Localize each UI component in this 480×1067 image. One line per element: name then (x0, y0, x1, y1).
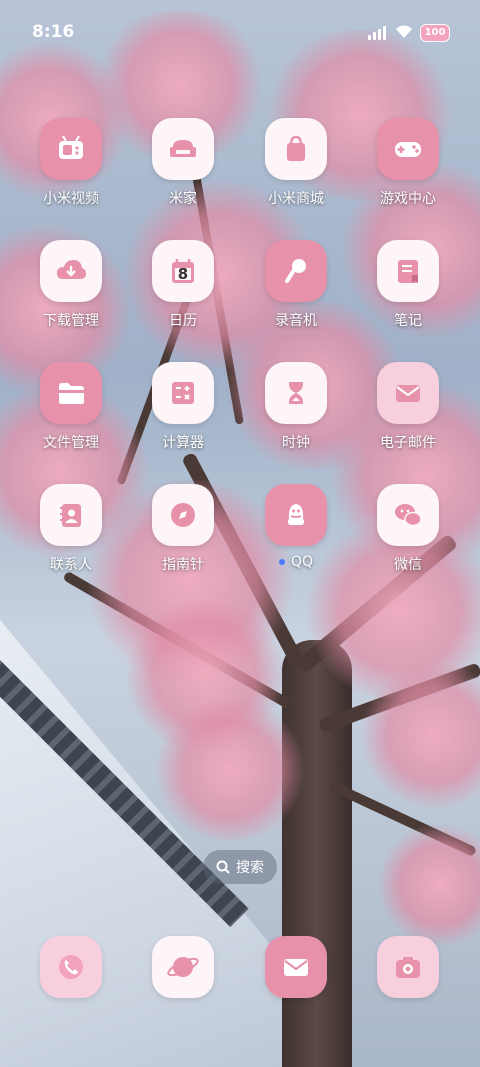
search-label: 搜索 (236, 860, 264, 876)
search-icon (216, 860, 230, 874)
cloud-download-icon (40, 240, 102, 302)
envelope-icon (377, 362, 439, 424)
app-contact-book[interactable]: 联系人 (21, 484, 121, 574)
dock-phone[interactable] (21, 936, 121, 998)
phone-icon (40, 936, 102, 998)
shopping-bag-icon (265, 118, 327, 180)
app-notebook[interactable]: 笔记 (358, 240, 458, 330)
wifi-icon (396, 25, 412, 38)
dock-camera[interactable] (358, 936, 458, 998)
app-label: 日历 (169, 313, 197, 329)
app-compass[interactable]: 指南针 (133, 484, 233, 574)
app-label: QQ (246, 554, 346, 570)
penguin-icon (265, 484, 327, 546)
armchair-icon (152, 118, 214, 180)
folder-icon (40, 362, 102, 424)
app-label: 笔记 (394, 313, 422, 329)
app-microphone[interactable]: 录音机 (246, 240, 346, 330)
app-calendar[interactable]: 8 日历 (133, 240, 233, 330)
app-tv[interactable]: 小米视频 (21, 118, 121, 208)
cellular-signal-icon (368, 26, 386, 40)
new-indicator-dot (278, 559, 285, 565)
app-label: 游戏中心 (380, 191, 436, 207)
tv-icon (40, 118, 102, 180)
browser-planet-icon (152, 936, 214, 998)
app-wechat[interactable]: 微信 (358, 484, 458, 574)
app-label: 电子邮件 (380, 435, 436, 451)
status-bar: 8:16 100 (0, 0, 480, 68)
messages-icon (265, 936, 327, 998)
calendar-date: 8 (177, 265, 189, 283)
app-cloud-download[interactable]: 下载管理 (21, 240, 121, 330)
app-label: 文件管理 (43, 435, 99, 451)
gamepad-icon (377, 118, 439, 180)
notebook-icon (377, 240, 439, 302)
dock-messages[interactable] (246, 936, 346, 998)
search-pill[interactable]: 搜索 (203, 850, 277, 884)
app-label: 下载管理 (43, 313, 99, 329)
calculator-icon (152, 362, 214, 424)
app-armchair[interactable]: 米家 (133, 118, 233, 208)
app-label: 微信 (394, 557, 422, 573)
app-shopping-bag[interactable]: 小米商城 (246, 118, 346, 208)
calendar-icon: 8 (152, 240, 214, 302)
app-calculator[interactable]: 计算器 (133, 362, 233, 452)
app-label: 时钟 (282, 435, 310, 451)
app-hourglass[interactable]: 时钟 (246, 362, 346, 452)
microphone-icon (265, 240, 327, 302)
app-envelope[interactable]: 电子邮件 (358, 362, 458, 452)
camera-icon (377, 936, 439, 998)
app-label: 联系人 (50, 557, 92, 573)
dock-browser-planet[interactable] (133, 936, 233, 998)
wechat-icon (377, 484, 439, 546)
app-folder[interactable]: 文件管理 (21, 362, 121, 452)
app-label: 指南针 (162, 557, 204, 573)
status-time: 8:16 (32, 22, 75, 42)
battery-icon: 100 (420, 24, 450, 42)
app-label: 小米商城 (268, 191, 324, 207)
app-label: 计算器 (162, 435, 204, 451)
app-penguin[interactable]: QQ (246, 484, 346, 570)
contact-book-icon (40, 484, 102, 546)
hourglass-icon (265, 362, 327, 424)
app-label: 录音机 (275, 313, 317, 329)
wallpaper-trunk (282, 640, 352, 1067)
app-label: 米家 (169, 191, 197, 207)
app-label: 小米视频 (43, 191, 99, 207)
compass-icon (152, 484, 214, 546)
app-gamepad[interactable]: 游戏中心 (358, 118, 458, 208)
